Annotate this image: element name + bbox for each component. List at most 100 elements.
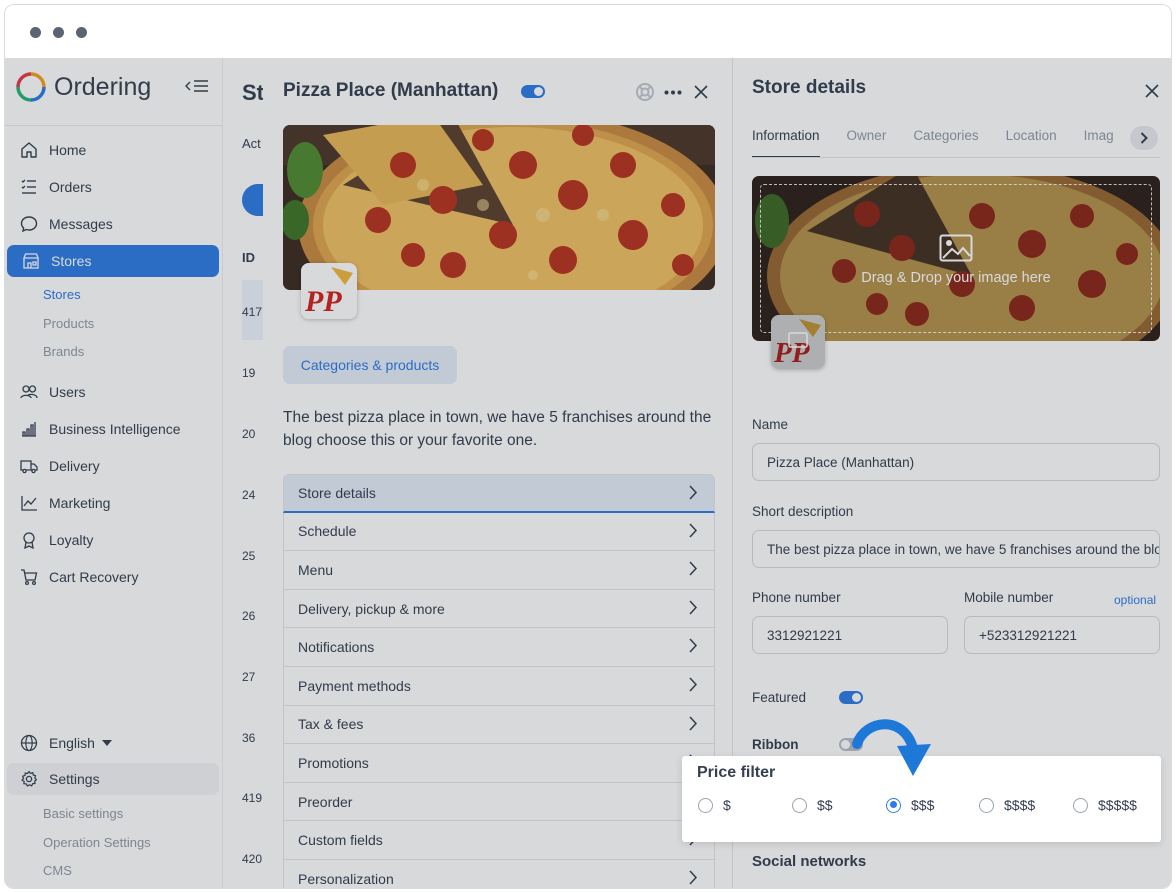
mobile-number-input[interactable]: +523312921221 [964, 616, 1160, 654]
sidebar-item-users[interactable]: Users [5, 376, 219, 408]
menu-item-label: Personalization [298, 870, 394, 887]
store-logo-text: PP [304, 285, 342, 318]
close-icon[interactable] [1144, 83, 1160, 99]
app-logo[interactable]: Ordering [16, 72, 151, 102]
table-row[interactable]: 19 [242, 366, 255, 380]
sidebar-item-stores[interactable]: Stores [7, 245, 219, 277]
chevron-right-icon [689, 677, 698, 692]
featured-toggle[interactable] [839, 691, 863, 704]
store-logo[interactable]: PP [301, 263, 357, 319]
menu-item-custom-fields[interactable]: Custom fields [283, 821, 715, 860]
name-input[interactable]: Pizza Place (Manhattan) [752, 443, 1160, 481]
gear-icon [19, 769, 39, 789]
tab-information[interactable]: Information [752, 128, 820, 158]
more-options-icon[interactable] [664, 90, 682, 95]
menu-item-label: Schedule [298, 523, 357, 540]
menu-item-tax-fees[interactable]: Tax & fees [283, 705, 715, 745]
sidebar-item-marketing[interactable]: Marketing [5, 487, 219, 519]
app-window: Ordering Home Orders Messages Stores Sto… [4, 4, 1172, 889]
sidebar-item-delivery[interactable]: Delivery [5, 450, 219, 482]
sidebar-sub-brands[interactable]: Brands [43, 344, 84, 359]
table-row[interactable]: 417 [242, 305, 262, 319]
menu-item-store-details[interactable]: Store details [283, 474, 715, 513]
bar-chart-icon [19, 419, 39, 439]
phone-number-input[interactable]: 3312921221 [752, 616, 948, 654]
app-name: Ordering [54, 72, 152, 101]
price-option-2[interactable]: $$ [792, 797, 833, 813]
image-icon [939, 234, 973, 262]
store-description: The best pizza place in town, we have 5 … [283, 409, 712, 449]
sidebar-item-business-intelligence[interactable]: Business Intelligence [5, 413, 219, 445]
sidebar-item-orders[interactable]: Orders [5, 171, 219, 203]
table-row[interactable]: 20 [242, 427, 255, 441]
table-row[interactable]: 25 [242, 549, 255, 563]
radio-button[interactable] [792, 797, 807, 813]
radio-button[interactable] [979, 797, 994, 813]
sidebar-item-label: Stores [51, 253, 92, 269]
table-row[interactable]: 419 [242, 791, 262, 805]
short-description-input[interactable]: The best pizza place in town, we have 5 … [752, 530, 1160, 568]
tab-active[interactable]: Act [242, 136, 261, 151]
price-option-5[interactable]: $$$$$ [1073, 797, 1137, 813]
sidebar-item-cart-recovery[interactable]: Cart Recovery [5, 561, 219, 593]
menu-item-label: Promotions [298, 754, 369, 771]
menu-item-personalization[interactable]: Personalization [283, 859, 715, 888]
sidebar-item-label: Orders [49, 179, 92, 195]
sidebar-item-label: Cart Recovery [49, 569, 139, 585]
window-titlebar [5, 5, 1171, 58]
chevron-right-icon [689, 870, 698, 885]
tab-location[interactable]: Location [1006, 128, 1057, 158]
table-row[interactable]: 24 [242, 488, 255, 502]
ribbon-label: Ribbon [752, 737, 799, 752]
tabs-scroll-right-button[interactable] [1130, 126, 1158, 150]
collapse-sidebar-icon[interactable] [185, 78, 209, 94]
logo-upload[interactable]: PP [771, 315, 825, 369]
menu-item-promotions[interactable]: Promotions [283, 744, 715, 783]
sidebar-sub-basic-settings[interactable]: Basic settings [43, 806, 123, 821]
tab-categories[interactable]: Categories [913, 128, 978, 158]
menu-item-schedule[interactable]: Schedule [283, 512, 715, 552]
sidebar-sub-stores[interactable]: Stores [43, 287, 81, 302]
radio-button[interactable] [1073, 797, 1088, 813]
globe-icon [19, 733, 39, 753]
sidebar-item-loyalty[interactable]: Loyalty [5, 524, 219, 556]
sidebar-item-home[interactable]: Home [5, 134, 219, 166]
phone-number-label: Phone number [752, 590, 841, 605]
menu-item-preorder[interactable]: Preorder [283, 782, 715, 822]
sidebar-item-label: Marketing [49, 495, 111, 511]
radio-button-selected[interactable] [886, 797, 901, 813]
table-row[interactable]: 27 [242, 670, 255, 684]
table-row[interactable]: 36 [242, 731, 255, 745]
sidebar-item-settings[interactable]: Settings [5, 763, 219, 795]
table-row[interactable]: 26 [242, 609, 255, 623]
categories-products-button[interactable]: Categories & products [283, 346, 457, 384]
sidebar-item-messages[interactable]: Messages [5, 208, 219, 240]
store-title: Pizza Place (Manhattan) [283, 80, 499, 101]
sidebar: Ordering Home Orders Messages Stores Sto… [5, 58, 223, 888]
sidebar-sub-products[interactable]: Products [43, 316, 94, 331]
window-dot-maximize[interactable] [76, 27, 87, 38]
price-option-4[interactable]: $$$$ [979, 797, 1035, 813]
sidebar-sub-operation-settings[interactable]: Operation Settings [43, 835, 151, 850]
optional-tag: optional [1114, 593, 1157, 607]
chevron-right-icon [689, 561, 698, 576]
menu-item-notifications[interactable]: Notifications [283, 628, 715, 667]
radio-button[interactable] [698, 797, 713, 813]
window-dot-close[interactable] [30, 27, 41, 38]
close-icon[interactable] [693, 84, 709, 100]
tab-images[interactable]: Imag [1084, 128, 1114, 158]
price-option-1[interactable]: $ [698, 797, 731, 813]
table-row[interactable]: 420 [242, 852, 262, 866]
tab-owner[interactable]: Owner [847, 128, 887, 158]
menu-item-payment-methods[interactable]: Payment methods [283, 666, 715, 706]
menu-item-menu[interactable]: Menu [283, 551, 715, 590]
price-option-3[interactable]: $$$ [886, 797, 934, 813]
store-enabled-toggle[interactable] [521, 85, 545, 98]
window-dot-minimize[interactable] [53, 27, 64, 38]
menu-item-delivery-pickup[interactable]: Delivery, pickup & more [283, 589, 715, 629]
language-selector[interactable]: English [5, 727, 219, 759]
lifebuoy-icon[interactable] [635, 82, 655, 102]
sidebar-sub-cms[interactable]: CMS [43, 863, 72, 878]
sidebar-divider [5, 125, 222, 126]
home-icon [19, 140, 39, 160]
